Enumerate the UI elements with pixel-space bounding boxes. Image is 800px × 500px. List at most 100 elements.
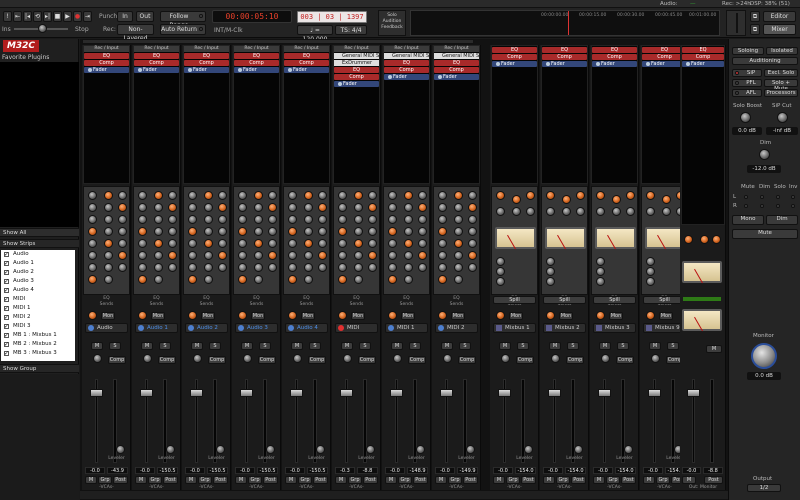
bbt-clock[interactable]: 003 | 03 | 1397 [297, 11, 367, 23]
eq-knob[interactable] [188, 263, 197, 272]
comp-button[interactable]: Comp [158, 356, 176, 364]
processor-box[interactable]: Rec / Input EQ Comp Fader [83, 45, 130, 184]
eq-knob[interactable] [118, 203, 127, 212]
eq-knob[interactable] [438, 227, 447, 236]
trim-knob[interactable] [501, 354, 510, 363]
eq-knob[interactable] [338, 203, 347, 212]
eq-knob[interactable] [118, 191, 127, 200]
strips-horizontal-scrollbar[interactable] [80, 490, 728, 499]
eq-knob[interactable] [404, 227, 413, 236]
eq-knob[interactable] [388, 275, 397, 284]
mute-button[interactable]: M [549, 342, 561, 350]
monitor-input-button[interactable]: Mon [301, 312, 315, 320]
list-item[interactable]: MB 1 : Mixbus 1 [1, 331, 75, 340]
eq-knob[interactable] [418, 251, 427, 260]
rec-input-button[interactable]: Rec / Input [184, 46, 229, 52]
comp-button[interactable]: Comp [308, 356, 326, 364]
fader-gain-value[interactable]: -0.0 [85, 467, 105, 474]
processor-box[interactable]: Rec / Input EQ Comp Fader [183, 45, 230, 184]
eq-knob[interactable] [204, 239, 213, 248]
pan-knob[interactable] [116, 445, 125, 454]
mute-bottom-button[interactable]: M [235, 476, 247, 484]
group-button[interactable]: Grp [656, 476, 670, 484]
eq-knob[interactable] [138, 275, 147, 284]
eq-knob[interactable] [118, 227, 127, 236]
send-knob[interactable] [646, 257, 655, 266]
gain-fader[interactable] [290, 389, 303, 397]
eq-knob[interactable] [254, 275, 263, 284]
eq-knob[interactable] [354, 227, 363, 236]
eq-knob[interactable] [404, 215, 413, 224]
eq-knob[interactable] [188, 215, 197, 224]
eq-knob[interactable] [168, 227, 177, 236]
rec-input-button[interactable]: Rec / Input [84, 46, 129, 52]
meter-point-button[interactable]: Post [213, 476, 228, 484]
comp-button[interactable]: Comp [108, 356, 126, 364]
eq-knob[interactable] [104, 263, 113, 272]
punch-in-button[interactable]: In [117, 11, 133, 22]
eq-knob[interactable] [304, 227, 313, 236]
plugin-insert[interactable]: Comp [492, 54, 537, 60]
gain-fader[interactable] [598, 389, 611, 397]
midi-panic-button[interactable]: ! [3, 11, 12, 22]
master-processor-box[interactable]: EQ Comp Fader [681, 45, 725, 225]
monitor-input-button[interactable]: Mon [659, 312, 673, 320]
list-item[interactable]: MB 2 : Mixbus 2 [1, 340, 75, 349]
processor-box[interactable]: EQ Comp Fader [541, 45, 588, 184]
solo-boost-value[interactable]: 0.0 dB [732, 127, 762, 135]
eq-knob[interactable] [138, 251, 147, 260]
master-fader[interactable] [687, 389, 700, 397]
gain-fader[interactable] [548, 389, 561, 397]
pan-knob[interactable] [524, 445, 533, 454]
eq-knob[interactable] [338, 215, 347, 224]
plugin-insert[interactable]: EQ [682, 47, 724, 53]
master-mute-button[interactable]: M [706, 345, 722, 353]
plugin-insert[interactable]: General MIDI Sy [434, 53, 479, 59]
trim-knob[interactable] [551, 354, 560, 363]
pan-knob[interactable] [266, 445, 275, 454]
eq-knob[interactable] [304, 215, 313, 224]
eq-knob[interactable] [104, 191, 113, 200]
eq-knob[interactable] [204, 251, 213, 260]
gain-fader[interactable] [190, 389, 203, 397]
solo-indicator[interactable]: Solo [379, 13, 405, 18]
plugin-insert[interactable]: EQ [284, 53, 329, 59]
group-button[interactable]: Grp [398, 476, 412, 484]
eq-knob[interactable] [254, 251, 263, 260]
mute-bottom-button[interactable]: M [185, 476, 197, 484]
comp-knob[interactable] [626, 191, 635, 200]
plugin-insert[interactable]: Comp [542, 54, 587, 60]
strip-name-button[interactable]: MIDI [335, 323, 378, 333]
stop-transport-button[interactable]: ■ [53, 11, 62, 22]
eq-knob[interactable] [154, 275, 163, 284]
master-comp-knob[interactable] [684, 235, 693, 244]
eq-knob[interactable] [118, 239, 127, 248]
trim-knob[interactable] [343, 354, 352, 363]
input-trim-knob[interactable] [646, 311, 655, 320]
fader-insert[interactable]: Fader [134, 67, 179, 73]
plugin-insert[interactable]: Comp [682, 54, 724, 60]
eq-knob[interactable] [388, 215, 397, 224]
send-knob[interactable] [546, 257, 555, 266]
eq-knob[interactable] [88, 263, 97, 272]
list-item[interactable]: Audio [1, 250, 75, 259]
list-item[interactable]: MIDI 1 [1, 304, 75, 313]
eq-knob[interactable] [304, 251, 313, 260]
strip-visible-checkbox[interactable] [4, 286, 9, 295]
gain-fader[interactable] [240, 389, 253, 397]
plugin-insert[interactable]: ExDrummer [334, 60, 379, 66]
comp-knob[interactable] [612, 195, 621, 204]
eq-knob[interactable] [218, 203, 227, 212]
strip-name-button[interactable]: Audio 1 [135, 323, 178, 333]
comp-knob[interactable] [526, 191, 535, 200]
eq-knob[interactable] [88, 215, 97, 224]
comp-knob[interactable] [576, 191, 585, 200]
mute-button[interactable]: M [91, 342, 103, 350]
strip-visible-checkbox[interactable] [4, 295, 9, 304]
eq-knob[interactable] [238, 215, 247, 224]
comp-knob[interactable] [512, 207, 521, 216]
eq-knob[interactable] [468, 203, 477, 212]
strip-name-button[interactable]: Audio 4 [285, 323, 328, 333]
master-meter-point-button[interactable]: Post [704, 476, 723, 484]
eq-knob[interactable] [438, 203, 447, 212]
